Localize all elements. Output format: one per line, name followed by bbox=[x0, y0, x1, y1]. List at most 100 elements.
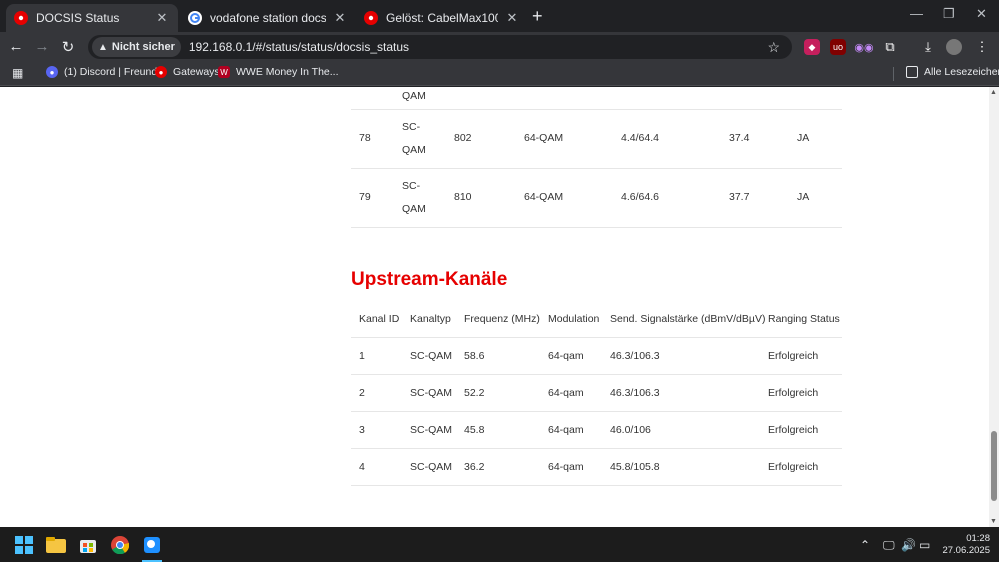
cell-power: 45.8/105.8 bbox=[610, 461, 660, 473]
tab-close-icon[interactable]: ✕ bbox=[332, 10, 348, 26]
cell-frequency: 36.2 bbox=[464, 461, 485, 473]
header-frequenz: Frequenz (MHz) bbox=[464, 313, 540, 325]
ublock-icon[interactable]: uo bbox=[830, 39, 846, 55]
file-explorer-icon[interactable] bbox=[46, 535, 66, 555]
cell-power: 4.4/64.4 bbox=[621, 132, 659, 144]
cell-type: QAM bbox=[402, 90, 426, 102]
upstream-heading: Upstream-Kanäle bbox=[351, 269, 508, 290]
tray-chevron-icon[interactable]: ⌃ bbox=[860, 538, 870, 552]
bookmark-gateways[interactable]: ● Gateways bbox=[155, 66, 220, 78]
microsoft-store-icon[interactable] bbox=[78, 535, 98, 555]
address-bar[interactable]: ▲ Nicht sicher 192.168.0.1/#/status/stat… bbox=[88, 35, 792, 59]
header-kanal-id: Kanal ID bbox=[359, 313, 400, 325]
menu-icon[interactable]: ⋮ bbox=[974, 39, 990, 55]
clock-time: 01:28 bbox=[966, 533, 990, 544]
cell-modulation: 64-qam bbox=[548, 424, 584, 436]
cell-channel-id: 79 bbox=[359, 191, 371, 203]
header-kanaltyp: Kanaltyp bbox=[410, 313, 451, 325]
security-chip[interactable]: ▲ Nicht sicher bbox=[92, 37, 181, 57]
bookmark-discord[interactable]: ● (1) Discord | Freunde bbox=[46, 66, 163, 78]
bookmark-label: Gateways bbox=[173, 66, 220, 78]
security-label: Nicht sicher bbox=[111, 41, 175, 53]
cell-ranging-status: Erfolgreich bbox=[768, 461, 819, 473]
table-row: 1 SC-QAM 58.6 64-qam 46.3/106.3 Erfolgre… bbox=[351, 338, 842, 375]
cell-type: SC-QAM bbox=[410, 387, 452, 399]
network-icon[interactable]: 🖵 bbox=[883, 538, 895, 553]
table-row: 79 SC- QAM 810 64-QAM 4.6/64.6 37.7 JA bbox=[351, 169, 842, 228]
cell-locked: JA bbox=[797, 191, 810, 203]
forward-icon[interactable]: → bbox=[33, 38, 51, 55]
cell-channel-id: 1 bbox=[359, 350, 365, 362]
cell-type: SC-QAM bbox=[410, 424, 452, 436]
cell-channel-id: 2 bbox=[359, 387, 365, 399]
url-text[interactable]: 192.168.0.1/#/status/status/docsis_statu… bbox=[189, 40, 768, 54]
system-clock[interactable]: 01:28 27.06.2025 bbox=[936, 533, 990, 557]
page-scrollbar[interactable]: ▲ ▼ bbox=[989, 87, 999, 527]
bookmark-wwe[interactable]: W WWE Money In The... bbox=[218, 66, 339, 78]
minimize-icon[interactable]: — bbox=[910, 6, 923, 21]
cell-ranging-status: Erfolgreich bbox=[768, 424, 819, 436]
cell-type-line2: QAM bbox=[402, 144, 426, 156]
cell-power: 46.3/106.3 bbox=[610, 350, 660, 362]
chrome-icon[interactable] bbox=[110, 535, 130, 555]
battery-icon[interactable]: ▭ bbox=[919, 538, 930, 552]
extension-shield-icon[interactable]: ◆ bbox=[804, 39, 820, 55]
extensions-puzzle-icon[interactable]: ⧉ bbox=[882, 39, 898, 55]
cell-type: SC-QAM bbox=[410, 350, 452, 362]
tab-close-icon[interactable]: ✕ bbox=[504, 10, 520, 26]
scroll-down-icon[interactable]: ▼ bbox=[990, 518, 997, 525]
clock-date: 27.06.2025 bbox=[942, 545, 990, 556]
bookmark-label: WWE Money In The... bbox=[236, 66, 339, 78]
cell-mer: 37.7 bbox=[729, 191, 750, 203]
extension-eyes-icon[interactable]: ◉◉ bbox=[854, 39, 873, 55]
profile-avatar[interactable] bbox=[946, 39, 962, 55]
wwe-icon: W bbox=[218, 66, 230, 78]
tab-strip: DOCSIS Status ✕ vodafone station docsis … bbox=[0, 0, 999, 32]
cell-locked: JA bbox=[797, 132, 810, 144]
header-ranging-status: Ranging Status bbox=[768, 313, 840, 325]
all-bookmarks-button[interactable]: Alle Lesezeichen bbox=[906, 66, 999, 78]
cell-type: SC-QAM bbox=[410, 461, 452, 473]
bookmark-label: (1) Discord | Freunde bbox=[64, 66, 164, 78]
cell-type-line1: SC- bbox=[402, 180, 421, 192]
tab-close-icon[interactable]: ✕ bbox=[154, 10, 170, 26]
restore-icon[interactable]: ❐ bbox=[943, 6, 955, 22]
tab-vodafone-search[interactable]: vodafone station docsis werte - ✕ bbox=[180, 4, 356, 32]
cell-modulation: 64-qam bbox=[548, 461, 584, 473]
new-tab-button[interactable]: + bbox=[532, 6, 543, 27]
folder-icon bbox=[906, 66, 918, 78]
back-icon[interactable]: ← bbox=[7, 38, 25, 55]
reload-icon[interactable]: ↻ bbox=[59, 38, 77, 56]
cell-frequency: 52.2 bbox=[464, 387, 485, 399]
scrollbar-thumb[interactable] bbox=[991, 431, 997, 501]
discord-icon: ● bbox=[46, 66, 58, 78]
apps-grid-icon[interactable]: ▦ bbox=[12, 66, 23, 80]
tab-docsis-status[interactable]: DOCSIS Status ✕ bbox=[6, 4, 178, 32]
cell-power: 46.3/106.3 bbox=[610, 387, 660, 399]
volume-icon[interactable]: 🔊 bbox=[901, 538, 916, 552]
vodafone-icon bbox=[364, 11, 378, 25]
table-row: 3 SC-QAM 45.8 64-qam 46.0/106 Erfolgreic… bbox=[351, 412, 842, 449]
app-paint-icon[interactable] bbox=[142, 535, 162, 555]
close-window-icon[interactable]: ✕ bbox=[976, 6, 987, 22]
cell-frequency: 810 bbox=[454, 191, 472, 203]
cell-mer: 37.4 bbox=[729, 132, 750, 144]
cell-power: 4.6/64.6 bbox=[621, 191, 659, 203]
scroll-up-icon[interactable]: ▲ bbox=[990, 89, 997, 96]
cell-frequency: 58.6 bbox=[464, 350, 485, 362]
cell-modulation: 64-QAM bbox=[524, 191, 564, 203]
bookmark-star-icon[interactable]: ☆ bbox=[767, 39, 780, 56]
cell-type-line1: SC- bbox=[402, 121, 421, 133]
bookmarks-divider bbox=[893, 67, 894, 81]
cell-channel-id: 3 bbox=[359, 424, 365, 436]
download-icon[interactable]: ⤓ bbox=[920, 39, 936, 55]
cell-frequency: 45.8 bbox=[464, 424, 485, 436]
tab-title: vodafone station docsis werte - bbox=[210, 11, 326, 25]
page-content: QAM 78 SC- QAM 802 64-QAM 4.4/64.4 37.4 … bbox=[0, 87, 989, 527]
windows-start-icon[interactable] bbox=[14, 535, 34, 555]
tab-cabelmax-solved[interactable]: Gelöst: CabelMax1000 DOCSIS ✕ bbox=[356, 4, 528, 32]
bookmarks-bar: ▦ ● (1) Discord | Freunde ● Gateways W W… bbox=[0, 62, 999, 86]
all-bookmarks-label: Alle Lesezeichen bbox=[924, 66, 999, 78]
cell-frequency: 802 bbox=[454, 132, 472, 144]
cell-modulation: 64-QAM bbox=[524, 132, 564, 144]
